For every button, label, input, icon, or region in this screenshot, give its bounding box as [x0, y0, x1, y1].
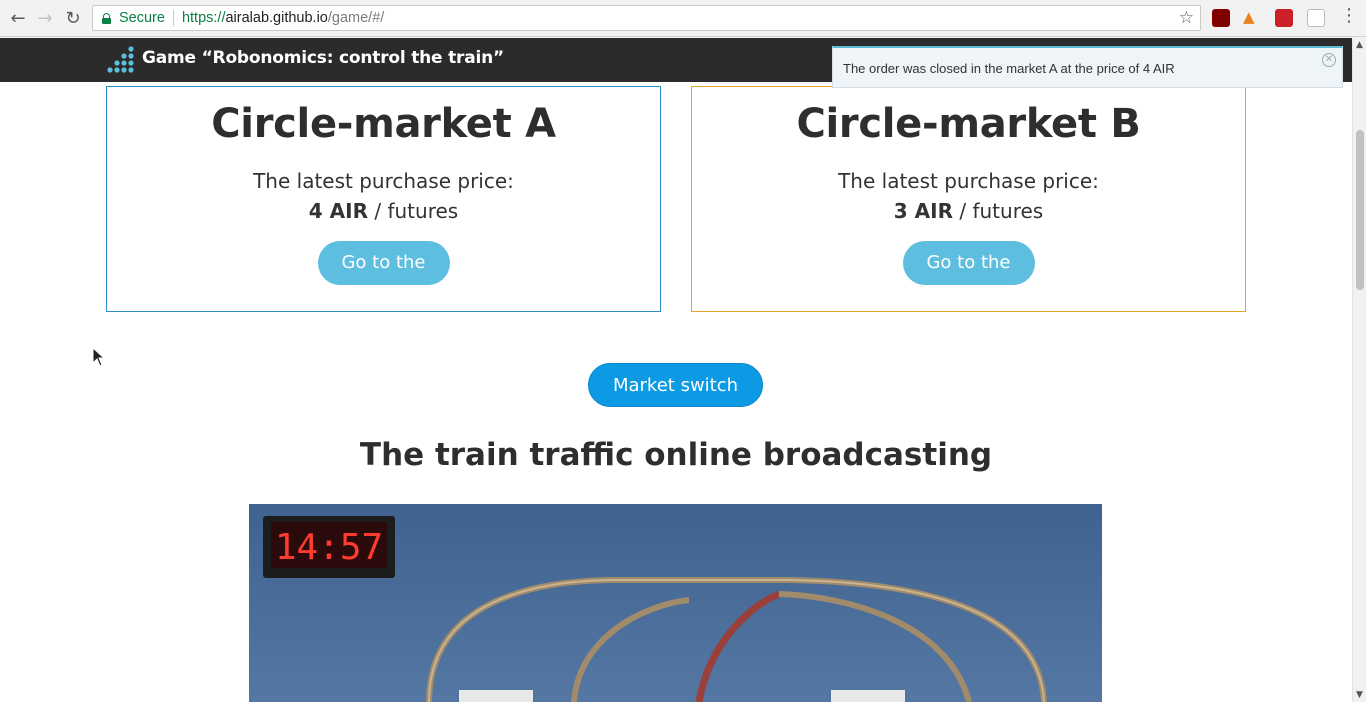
market-card-a: Circle-market A The latest purchase pric…	[106, 86, 661, 312]
mouse-cursor-icon	[92, 347, 106, 367]
site-title[interactable]: Game “Robonomics: control the train”	[142, 48, 504, 68]
price-line: 3 AIR / futures	[692, 199, 1245, 223]
browser-menu-icon[interactable]: ⋮	[1340, 7, 1358, 25]
price-label: The latest purchase price:	[838, 169, 1099, 193]
price-unit: / futures	[953, 199, 1044, 223]
url-path: /game/#/	[327, 10, 385, 26]
scroll-up-icon[interactable]: ▲	[1356, 40, 1363, 50]
market-title: Circle-market A	[211, 101, 556, 147]
order-notification: The order was closed in the market A at …	[832, 46, 1343, 88]
address-bar[interactable]: Secure https:// airalab.github.io /game/…	[92, 5, 1201, 31]
train-video-stream[interactable]: 14:57	[249, 504, 1102, 702]
url-scheme: https://	[181, 10, 226, 26]
station-right	[831, 690, 905, 702]
robonomics-logo-icon[interactable]	[106, 46, 134, 74]
lastpass-extension-icon[interactable]	[1275, 9, 1293, 27]
main-content: Circle-market A The latest purchase pric…	[0, 82, 1352, 702]
secure-label: Secure	[119, 10, 165, 26]
forward-arrow-icon[interactable]: →	[33, 6, 57, 30]
page-scrollbar[interactable]: ▲ ▼	[1352, 38, 1366, 702]
market-card-b: Circle-market B The latest purchase pric…	[691, 86, 1246, 312]
price-value: 4 AIR	[308, 199, 368, 223]
price-line: 4 AIR / futures	[107, 199, 660, 223]
price-value: 3 AIR	[893, 199, 953, 223]
back-arrow-icon[interactable]: ←	[6, 6, 30, 30]
notification-text: The order was closed in the market A at …	[843, 61, 1175, 76]
metamask-fox-icon[interactable]: ▲	[1243, 8, 1261, 26]
scroll-thumb[interactable]	[1356, 130, 1364, 290]
broadcast-title: The train traffic online broadcasting	[359, 437, 993, 473]
scroll-down-icon[interactable]: ▼	[1356, 690, 1363, 700]
browser-toolbar: ← → ↻ Secure https:// airalab.github.io …	[0, 0, 1366, 37]
train-track-scene: 14:57	[249, 504, 1102, 702]
price-label: The latest purchase price:	[253, 169, 514, 193]
reload-icon[interactable]: ↻	[61, 6, 85, 30]
market-title: Circle-market B	[796, 101, 1141, 147]
price-unit: / futures	[368, 199, 459, 223]
go-to-market-b-button[interactable]: Go to the	[902, 241, 1035, 285]
lock-icon	[102, 12, 111, 24]
clock-readout: 14:57	[275, 527, 383, 568]
market-switch-button[interactable]: Market switch	[588, 363, 763, 407]
ublock-extension-icon[interactable]	[1212, 9, 1230, 27]
blank-extension-icon[interactable]	[1307, 9, 1325, 27]
url-host: airalab.github.io	[225, 10, 328, 26]
go-to-market-a-button[interactable]: Go to the	[317, 241, 450, 285]
station-left	[459, 690, 533, 702]
url-divider	[172, 10, 174, 26]
close-icon[interactable]: ✕	[1322, 53, 1336, 67]
bookmark-star-icon[interactable]: ☆	[1179, 8, 1194, 28]
